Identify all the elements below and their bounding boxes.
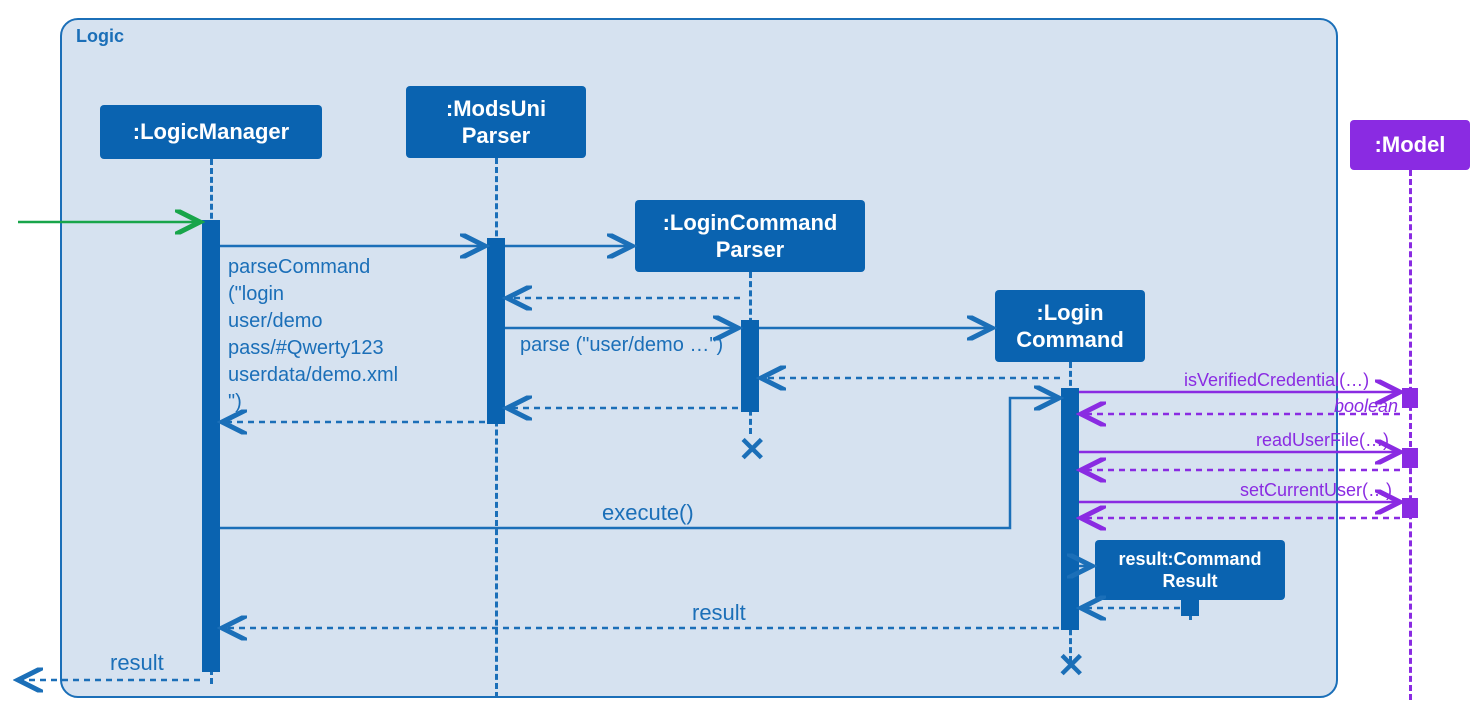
msg-parse-command: parseCommand ("login user/demo pass/#Qwe…: [228, 254, 398, 416]
participant-modsuni-parser: :ModsUni Parser: [406, 86, 586, 158]
participant-command-result: result:Command Result: [1095, 540, 1285, 600]
participant-label: :Login Command: [1016, 299, 1124, 354]
msg-is-verified: isVerifiedCredential(…): [1184, 368, 1369, 392]
participant-model: :Model: [1350, 120, 1470, 170]
activation-command-result: [1181, 598, 1199, 616]
msg-parse: parse ("user/demo …"): [520, 332, 723, 359]
participant-label: :LogicManager: [133, 118, 289, 146]
logic-frame-label: Logic: [76, 26, 124, 47]
participant-login-command-parser: :LoginCommand Parser: [635, 200, 865, 272]
activation-model-1: [1402, 388, 1418, 408]
lifeline-model: [1409, 170, 1412, 700]
msg-read-user-file: readUserFile(…): [1256, 428, 1389, 452]
msg-boolean: boolean: [1334, 394, 1398, 418]
msg-set-current-user: setCurrentUser(…): [1240, 478, 1392, 502]
participant-label: :ModsUni Parser: [446, 95, 546, 150]
participant-label: :Model: [1375, 131, 1446, 159]
msg-result-mid: result: [692, 598, 746, 628]
msg-result-out: result: [110, 648, 164, 678]
destroy-login-command: ✕: [1057, 646, 1086, 686]
participant-label: result:Command Result: [1118, 548, 1261, 593]
msg-execute: execute(): [602, 498, 694, 528]
activation-model-3: [1402, 498, 1418, 518]
activation-login-command-parser: [741, 320, 759, 412]
destroy-login-command-parser: ✕: [738, 430, 767, 470]
participant-logic-manager: :LogicManager: [100, 105, 322, 159]
participant-login-command: :Login Command: [995, 290, 1145, 362]
activation-model-2: [1402, 448, 1418, 468]
activation-login-command: [1061, 388, 1079, 630]
participant-label: :LoginCommand Parser: [663, 209, 838, 264]
activation-logic-manager: [202, 220, 220, 672]
activation-modsuni-parser: [487, 238, 505, 424]
